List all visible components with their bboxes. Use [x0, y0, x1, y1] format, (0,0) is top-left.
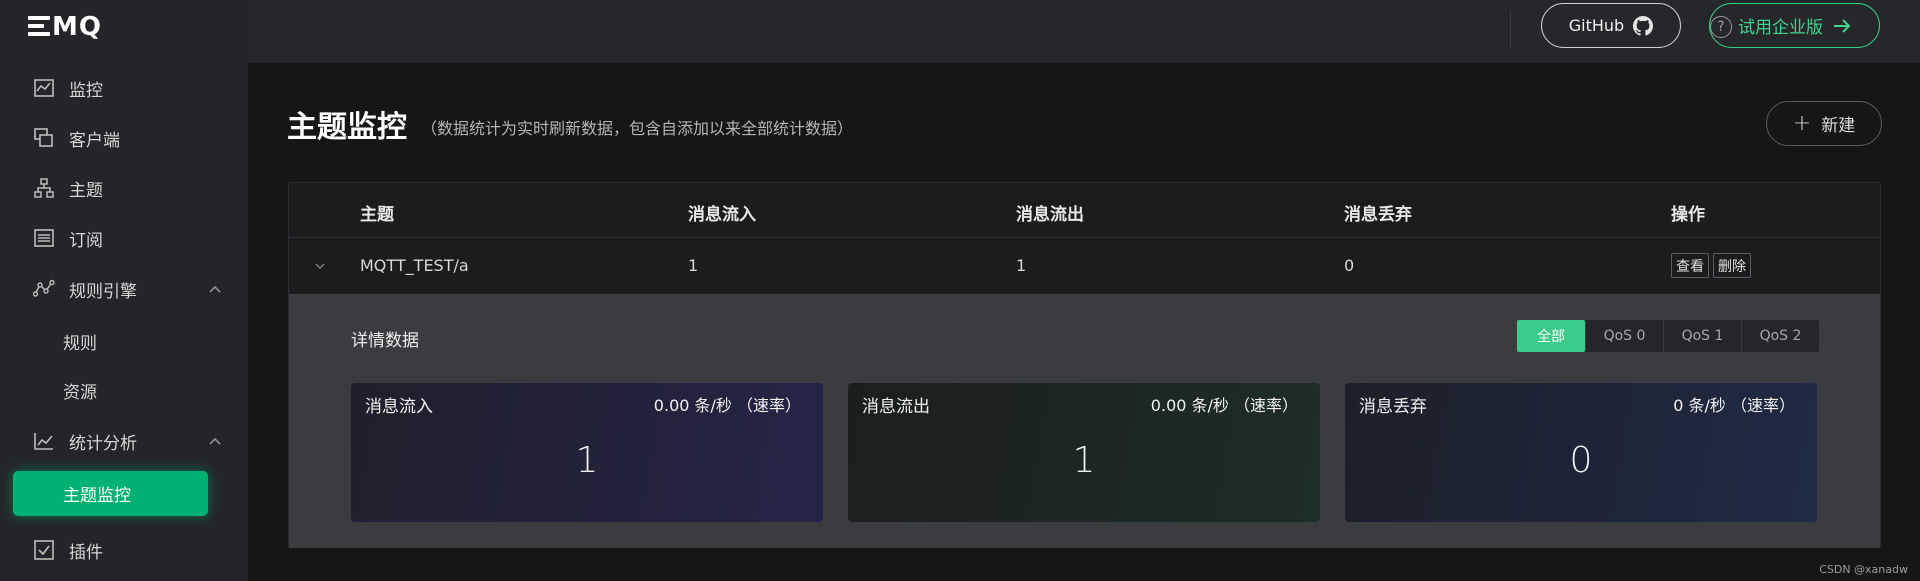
card-value: 1	[575, 440, 599, 481]
plugin-checkbox-icon	[33, 539, 55, 561]
card-rate: 0 条/秒 （速率）	[1673, 396, 1795, 415]
column-header-in: 消息流入	[688, 205, 756, 225]
sidebar-item-topics[interactable]: 主题	[0, 168, 248, 208]
card-rate: 0.00 条/秒 （速率）	[653, 396, 801, 415]
try-enterprise-button[interactable]: 试用企业版	[1709, 3, 1880, 48]
stat-card-dropped: 消息丢弃 0 条/秒 （速率） 0	[1345, 383, 1817, 522]
card-title: 消息流入	[365, 397, 433, 417]
sidebar-item-label: 订阅	[69, 230, 103, 251]
column-header-topic: 主题	[360, 205, 394, 225]
sidebar-item-statistics[interactable]: 统计分析	[0, 421, 248, 461]
github-icon	[1633, 15, 1654, 36]
table-header: 主题 消息流入 消息流出 消息丢弃 操作	[289, 183, 1880, 238]
sidebar-item-label: 监控	[69, 80, 103, 101]
qos-filter-group: 全部 QoS 0 QoS 1 QoS 2	[1517, 320, 1819, 352]
stat-card-out: 消息流出 0.00 条/秒 （速率） 1	[848, 383, 1320, 522]
monitor-chart-icon	[33, 77, 55, 99]
app-root: MQ 监控 客户端 主题 订阅 规则引擎 规则 资源 统计分析 主题监控 插件 …	[0, 0, 1920, 581]
page-subtitle: （数据统计为实时刷新数据，包含自添加以来全部统计数据）	[421, 119, 854, 138]
card-value: 0	[1569, 440, 1593, 481]
sidebar-subitem-resources[interactable]: 资源	[0, 370, 248, 410]
sidebar-item-label: 插件	[69, 542, 103, 563]
sidebar: MQ 监控 客户端 主题 订阅 规则引擎 规则 资源 统计分析 主题监控 插件	[0, 0, 248, 581]
watermark: CSDN @xanadw	[1819, 563, 1908, 576]
cell-dropped: 0	[1344, 256, 1355, 275]
emq-logo[interactable]: MQ	[28, 12, 102, 42]
card-title: 消息流出	[862, 397, 930, 417]
view-button[interactable]: 查看	[1671, 253, 1709, 278]
sidebar-item-plugins[interactable]: 插件	[0, 530, 248, 570]
sidebar-item-monitor[interactable]: 监控	[0, 68, 248, 108]
subscription-list-icon	[33, 227, 55, 249]
qos-tab-1[interactable]: QoS 1	[1663, 320, 1741, 352]
card-title: 消息丢弃	[1359, 397, 1427, 417]
cell-out: 1	[1016, 256, 1027, 275]
stat-card-in: 消息流入 0.00 条/秒 （速率） 1	[351, 383, 823, 522]
sidebar-item-clients[interactable]: 客户端	[0, 118, 248, 158]
cell-topic: MQTT_TEST/a	[360, 256, 469, 275]
header-divider	[1510, 10, 1511, 48]
qos-tab-2[interactable]: QoS 2	[1741, 320, 1819, 352]
plus-icon: +	[1792, 111, 1812, 136]
new-topic-button[interactable]: + 新建	[1766, 101, 1882, 146]
detail-title: 详情数据	[351, 331, 419, 351]
qos-tab-all[interactable]: 全部	[1517, 320, 1585, 352]
topic-table: 主题 消息流入 消息流出 消息丢弃 操作 MQTT_TEST/a 1 1 0 查…	[288, 182, 1881, 548]
top-header: ? GitHub 试用企业版	[248, 0, 1920, 63]
delete-button[interactable]: 删除	[1713, 253, 1751, 278]
enterprise-label: 试用企业版	[1738, 18, 1823, 38]
detail-panel: 详情数据 全部 QoS 0 QoS 1 QoS 2 消息流入 0.00 条/秒 …	[289, 294, 1880, 548]
table-row: MQTT_TEST/a 1 1 0 查看 删除	[289, 239, 1880, 294]
card-value: 1	[1072, 440, 1096, 481]
statistics-chart-icon	[33, 430, 55, 452]
sidebar-item-rule-engine[interactable]: 规则引擎	[0, 269, 248, 309]
sidebar-item-label: 统计分析	[69, 433, 137, 454]
chevron-up-icon[interactable]	[208, 282, 222, 296]
arrow-right-icon	[1834, 18, 1851, 33]
cell-in: 1	[688, 256, 699, 275]
column-header-actions: 操作	[1671, 205, 1705, 225]
qos-tab-0[interactable]: QoS 0	[1585, 320, 1663, 352]
logo-e-mark	[28, 15, 50, 37]
sidebar-item-label: 主题	[69, 180, 103, 201]
sidebar-item-subscriptions[interactable]: 订阅	[0, 218, 248, 258]
sidebar-item-label: 规则引擎	[69, 281, 137, 302]
logo-text: MQ	[52, 12, 102, 42]
sidebar-subitem-rules[interactable]: 规则	[0, 321, 248, 361]
page-title: 主题监控	[287, 110, 407, 145]
sidebar-subitem-topic-monitor[interactable]: 主题监控	[13, 471, 208, 516]
github-button[interactable]: GitHub	[1541, 3, 1681, 48]
column-header-out: 消息流出	[1016, 205, 1084, 225]
chevron-up-icon[interactable]	[208, 434, 222, 448]
chevron-down-icon[interactable]	[313, 259, 327, 273]
main-content: 主题监控 （数据统计为实时刷新数据，包含自添加以来全部统计数据） + 新建 主题…	[248, 63, 1920, 581]
github-label: GitHub	[1568, 16, 1625, 35]
new-button-label: 新建	[1821, 116, 1856, 136]
clients-icon	[33, 127, 55, 149]
topic-tree-icon	[33, 177, 55, 199]
rule-engine-icon	[33, 278, 55, 300]
column-header-dropped: 消息丢弃	[1344, 205, 1412, 225]
sidebar-item-label: 客户端	[69, 130, 120, 151]
card-rate: 0.00 条/秒 （速率）	[1150, 396, 1298, 415]
